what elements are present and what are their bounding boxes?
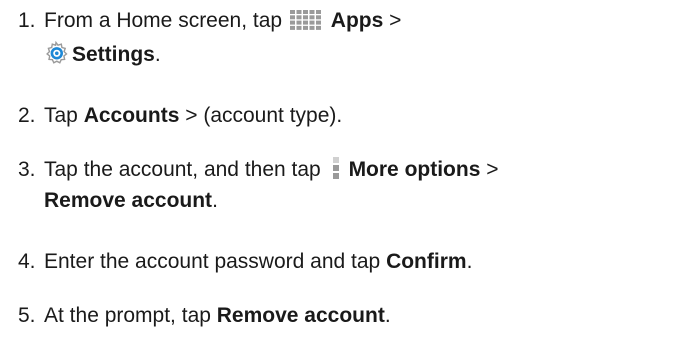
- step-text-segment: At the prompt, tap: [44, 304, 217, 327]
- confirm-label: Confirm: [386, 250, 467, 273]
- step-text-segment: Tap the account, and then tap: [44, 158, 321, 181]
- settings-icon: [44, 41, 68, 65]
- remove-account-label: Remove account: [44, 189, 213, 212]
- step-number: 1.: [18, 9, 36, 32]
- more-options-icon: [331, 157, 341, 180]
- accounts-label: Accounts: [83, 104, 180, 127]
- apps-icon: [289, 9, 321, 30]
- step-number: 2.: [18, 104, 36, 127]
- step-text: Enter the account password and tap Confi…: [44, 248, 691, 275]
- step-text-segment: Tap: [44, 104, 84, 127]
- step-text-segment: .: [154, 43, 161, 66]
- settings-label: Settings: [72, 43, 155, 66]
- step-number: 4.: [18, 250, 36, 273]
- step-text: From a Home screen, tap Apps > Settings.: [44, 7, 691, 68]
- step-text: Tap Accounts > (account type).: [44, 102, 691, 129]
- step-number: 5.: [18, 304, 36, 327]
- apps-label: Apps: [330, 9, 384, 32]
- instruction-steps: 1. From a Home screen, tap Apps > Settin…: [0, 0, 695, 339]
- step-number: 3.: [18, 158, 36, 181]
- more-options-label: More options: [348, 158, 481, 181]
- step-text: Tap the account, and then tap More optio…: [44, 156, 691, 214]
- step-text-segment: .: [212, 189, 218, 212]
- step-text-segment: Enter the account password and tap: [44, 250, 387, 273]
- step-text-segment: .: [466, 250, 473, 273]
- step-text-segment: >: [383, 9, 402, 32]
- remove-account-label: Remove account: [216, 304, 385, 327]
- step-text: At the prompt, tap Remove account.: [44, 302, 691, 329]
- step-text-segment: .: [384, 304, 391, 327]
- step-text-segment: > (account type).: [179, 104, 343, 127]
- step-text-segment: >: [480, 158, 499, 181]
- step-text-segment: From a Home screen, tap: [44, 9, 283, 32]
